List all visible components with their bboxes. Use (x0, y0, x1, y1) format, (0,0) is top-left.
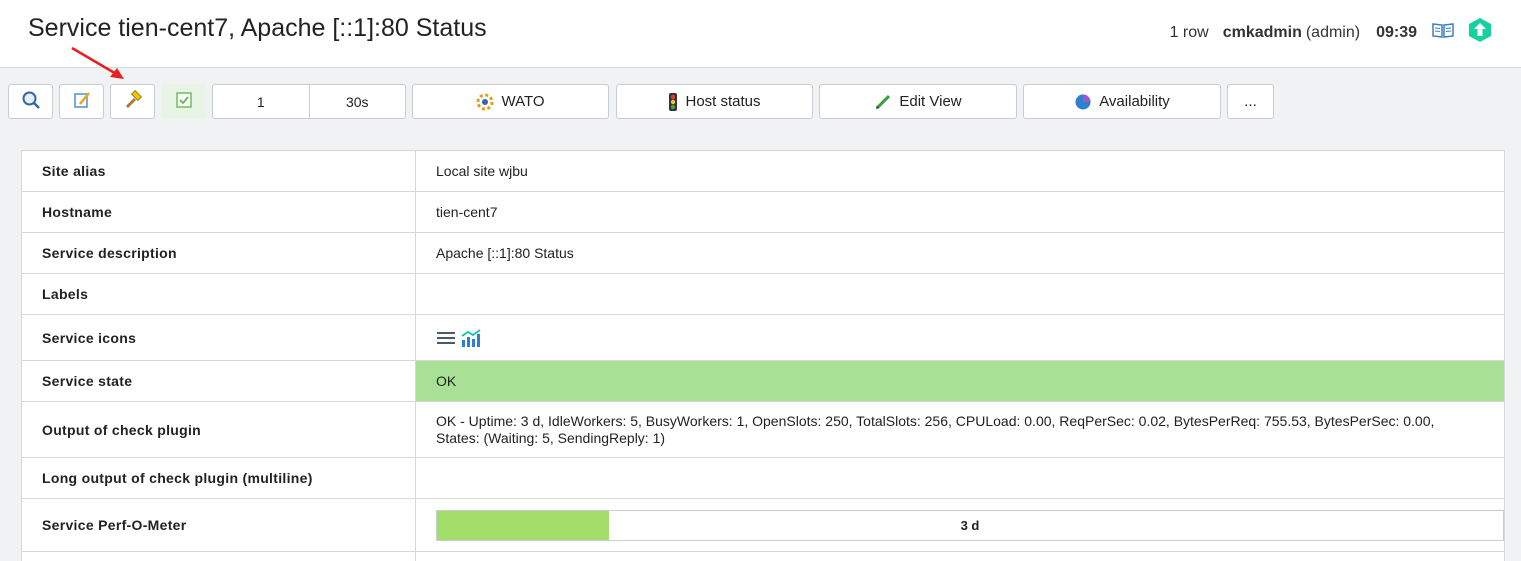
traffic-light-icon (668, 92, 678, 112)
edit-view-button[interactable]: Edit View (819, 84, 1017, 119)
availability-button[interactable]: Availability (1023, 84, 1221, 119)
row-label: Hostname (22, 192, 416, 232)
checkbox-icon (175, 91, 193, 113)
page-header: Service tien-cent7, Apache [::1]:80 Stat… (0, 0, 1521, 68)
hammer-icon (123, 89, 143, 114)
row-value[interactable]: tien-cent7 (416, 192, 1504, 232)
search-icon (21, 90, 41, 114)
hammer-button[interactable] (110, 84, 155, 119)
row-label: Labels (22, 274, 416, 314)
header-status: 1 row cmkadmin (admin) 09:39 (1170, 17, 1493, 48)
pie-icon (1074, 93, 1092, 111)
service-state-value: OK (416, 361, 1504, 401)
row-label: Output of check plugin (22, 402, 416, 457)
more-button[interactable]: ... (1227, 84, 1274, 119)
row-count: 1 row (1169, 23, 1209, 41)
row-value: Local site wjbu (436, 163, 528, 179)
more-label: ... (1244, 93, 1257, 110)
row-value (416, 274, 1504, 314)
row-label: Long output of check plugin (multiline) (22, 458, 416, 498)
edit-view-label: Edit View (899, 93, 962, 110)
wato-button[interactable]: WATO (412, 84, 609, 119)
refresh-control[interactable]: 1 30s (212, 84, 406, 119)
row-label (22, 552, 416, 561)
table-row: Hostname tien-cent7 (22, 192, 1504, 233)
availability-label: Availability (1099, 93, 1170, 110)
username[interactable]: cmkadmin (1223, 24, 1302, 42)
row-value (416, 552, 1504, 561)
row-label: Site alias (22, 151, 416, 191)
checkbox-button[interactable] (161, 84, 206, 119)
book-icon[interactable] (1431, 20, 1455, 45)
edit-icon (72, 90, 92, 114)
perf-o-meter-cell: 3 d (416, 499, 1504, 551)
row-label: Service icons (22, 315, 416, 360)
perf-o-meter-text: 3 d (960, 517, 980, 533)
row-value (416, 458, 1504, 498)
checkmk-logo-icon[interactable] (1467, 17, 1493, 48)
graph-icon[interactable] (460, 328, 482, 347)
service-detail-table: Site alias Local site wjbu Hostname tien… (21, 150, 1505, 561)
perf-o-meter[interactable]: 3 d (436, 509, 1504, 541)
row-label: Service state (22, 361, 416, 401)
table-row: Site alias Local site wjbu (22, 151, 1504, 192)
refresh-interval[interactable]: 30s (310, 85, 406, 118)
table-row (22, 552, 1504, 561)
clock: 09:39 (1376, 23, 1417, 41)
table-row: Long output of check plugin (multiline) (22, 458, 1504, 499)
service-icons-cell (416, 315, 1504, 360)
menu-icon[interactable] (436, 330, 456, 346)
gear-icon (476, 93, 494, 111)
refresh-count[interactable]: 1 (213, 85, 310, 118)
row-label: Service description (22, 233, 416, 273)
table-row: Labels (22, 274, 1504, 315)
plugin-output-text: OK - Uptime: 3 d, IdleWorkers: 5, BusyWo… (436, 412, 1435, 446)
table-row: Service icons (22, 315, 1504, 361)
page-title: Service tien-cent7, Apache [::1]:80 Stat… (28, 14, 487, 42)
row-value[interactable]: Apache [::1]:80 Status (416, 233, 1504, 273)
annotation-arrow (71, 46, 124, 79)
table-row: Output of check plugin OK - Uptime: 3 d,… (22, 402, 1504, 458)
table-row: Service Perf-O-Meter 3 d (22, 499, 1504, 552)
search-button[interactable] (8, 84, 53, 119)
host-status-label: Host status (685, 93, 761, 110)
table-row: Service description Apache [::1]:80 Stat… (22, 233, 1504, 274)
pencil-icon (874, 93, 892, 111)
table-row: Service state OK (22, 361, 1504, 402)
row-label: Service Perf-O-Meter (22, 499, 416, 551)
user-role: (admin) (1305, 23, 1361, 41)
wato-label: WATO (501, 93, 545, 110)
edit-button[interactable] (59, 84, 104, 119)
host-status-button[interactable]: Host status (616, 84, 813, 119)
row-value: OK - Uptime: 3 d, IdleWorkers: 5, BusyWo… (416, 402, 1504, 457)
